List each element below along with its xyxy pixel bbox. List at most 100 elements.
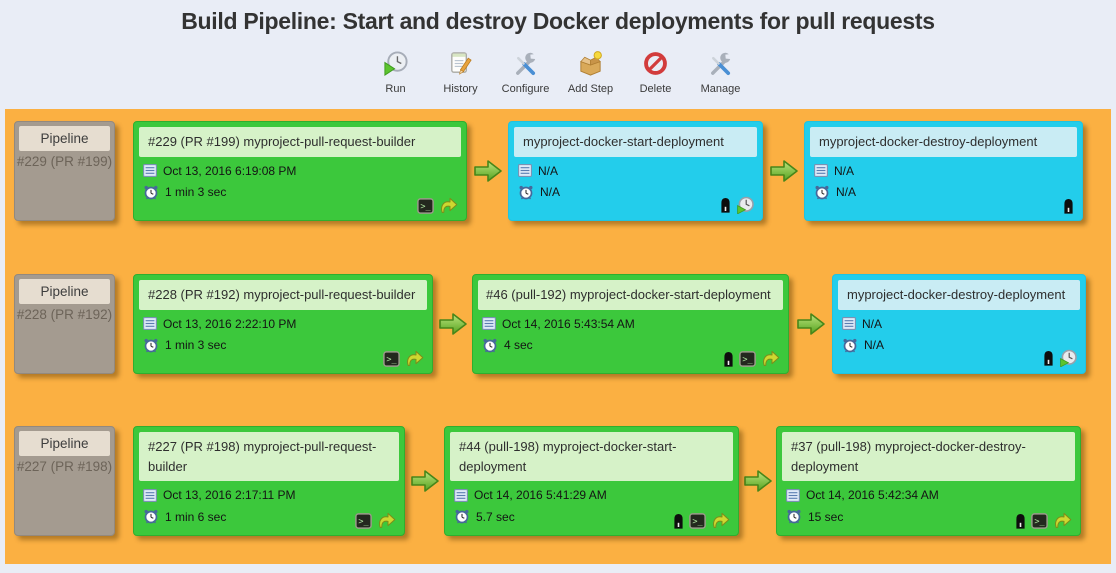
card-actions — [673, 512, 730, 529]
card-actions — [1043, 349, 1077, 367]
history-button[interactable]: History — [436, 50, 486, 95]
build-card-title: myproject-docker-start-deployment — [514, 127, 757, 157]
build-duration: 1 min 6 sec — [165, 510, 226, 524]
card-actions — [1063, 198, 1074, 214]
build-duration: N/A — [836, 185, 856, 199]
run-label: Run — [385, 83, 405, 95]
build-card-start-deployment[interactable]: myproject-docker-start-deployment N/A N/… — [508, 121, 763, 221]
build-card-title: myproject-docker-destroy-deployment — [810, 127, 1077, 157]
duration-icon — [143, 509, 159, 524]
duration-icon — [143, 185, 159, 200]
retry-icon[interactable] — [1053, 512, 1072, 529]
delete-button[interactable]: Delete — [631, 50, 681, 95]
delete-label: Delete — [640, 83, 672, 95]
duration-icon — [842, 338, 858, 353]
pipeline-header-box: Pipeline #227 (PR #198) — [14, 426, 115, 536]
pipeline-connector — [467, 121, 508, 221]
configure-label: Configure — [502, 83, 550, 95]
build-duration: 1 min 3 sec — [165, 338, 226, 352]
build-card-title: #37 (pull-198) myproject-docker-destroy-… — [782, 432, 1075, 481]
manage-label: Manage — [701, 83, 741, 95]
build-date: Oct 13, 2016 2:17:11 PM — [163, 488, 296, 502]
console-icon[interactable] — [739, 351, 756, 367]
retry-icon[interactable] — [377, 512, 396, 529]
build-card-227-builder[interactable]: #227 (PR #198) myproject-pull-request-bu… — [133, 426, 405, 536]
arrow-right-icon — [743, 468, 773, 494]
build-date-icon — [143, 489, 157, 502]
build-card-title: #228 (PR #192) myproject-pull-request-bu… — [139, 280, 427, 310]
toolbar: Run History Configure Add Step Delete Ma… — [0, 50, 1116, 95]
retry-icon[interactable] — [711, 512, 730, 529]
build-date: N/A — [538, 164, 558, 178]
card-actions — [383, 350, 424, 367]
retry-icon[interactable] — [439, 197, 458, 214]
duration-icon — [454, 509, 470, 524]
lock-icon — [1015, 513, 1026, 529]
build-card-title: #44 (pull-198) myproject-docker-start-de… — [450, 432, 733, 481]
build-card-destroy-deployment[interactable]: myproject-docker-destroy-deployment N/A … — [832, 274, 1086, 374]
history-label: History — [443, 83, 477, 95]
pipeline-connector — [789, 274, 832, 374]
console-icon[interactable] — [355, 513, 372, 529]
build-card-destroy-deployment[interactable]: myproject-docker-destroy-deployment N/A … — [804, 121, 1083, 221]
build-date: N/A — [834, 164, 854, 178]
history-icon — [447, 50, 474, 77]
add-step-button[interactable]: Add Step — [566, 50, 616, 95]
build-date-icon — [814, 164, 828, 177]
build-date: N/A — [862, 317, 882, 331]
build-duration: 15 sec — [808, 510, 843, 524]
build-card-37-destroy-deployment[interactable]: #37 (pull-198) myproject-docker-destroy-… — [776, 426, 1081, 536]
manage-button[interactable]: Manage — [696, 50, 746, 95]
pipeline-panel: Pipeline #229 (PR #199) #229 (PR #199) m… — [5, 109, 1111, 564]
console-icon[interactable] — [417, 198, 434, 214]
console-icon[interactable] — [1031, 513, 1048, 529]
build-date-icon — [518, 164, 532, 177]
trigger-icon[interactable] — [736, 196, 754, 214]
build-date: Oct 13, 2016 6:19:08 PM — [163, 164, 296, 178]
run-icon — [382, 50, 409, 77]
build-date-icon — [454, 489, 468, 502]
build-date: Oct 14, 2016 5:41:29 AM — [474, 488, 607, 502]
page-title: Build Pipeline: Start and destroy Docker… — [0, 0, 1116, 35]
build-card-46-start-deployment[interactable]: #46 (pull-192) myproject-docker-start-de… — [472, 274, 789, 374]
duration-icon — [814, 185, 830, 200]
duration-icon — [143, 338, 159, 353]
delete-icon — [642, 50, 669, 77]
configure-button[interactable]: Configure — [501, 50, 551, 95]
retry-icon[interactable] — [405, 350, 424, 367]
add-step-label: Add Step — [568, 83, 613, 95]
duration-icon — [482, 338, 498, 353]
pipeline-connector — [433, 274, 472, 374]
pipeline-row-229: Pipeline #229 (PR #199) #229 (PR #199) m… — [14, 121, 1083, 221]
console-icon[interactable] — [689, 513, 706, 529]
build-date-icon — [482, 317, 496, 330]
card-actions — [723, 350, 780, 367]
pipeline-row-228: Pipeline #228 (PR #192) #228 (PR #192) m… — [14, 274, 1086, 374]
card-actions — [355, 512, 396, 529]
build-card-title: #227 (PR #198) myproject-pull-request-bu… — [139, 432, 399, 481]
build-card-229-builder[interactable]: #229 (PR #199) myproject-pull-request-bu… — [133, 121, 467, 221]
pipeline-connector — [739, 426, 776, 536]
lock-icon — [723, 351, 734, 367]
pipeline-connector — [763, 121, 804, 221]
pipeline-label: Pipeline — [19, 126, 110, 151]
build-card-228-builder[interactable]: #228 (PR #192) myproject-pull-request-bu… — [133, 274, 433, 374]
build-card-44-start-deployment[interactable]: #44 (pull-198) myproject-docker-start-de… — [444, 426, 739, 536]
arrow-right-icon — [769, 158, 799, 184]
build-duration: 5.7 sec — [476, 510, 515, 524]
trigger-icon[interactable] — [1059, 349, 1077, 367]
configure-icon — [512, 50, 539, 77]
build-card-title: #46 (pull-192) myproject-docker-start-de… — [478, 280, 783, 310]
card-actions — [417, 197, 458, 214]
console-icon[interactable] — [383, 351, 400, 367]
retry-icon[interactable] — [761, 350, 780, 367]
pipeline-build-number: #227 (PR #198) — [15, 456, 114, 474]
lock-icon — [1063, 198, 1074, 214]
build-duration: 1 min 3 sec — [165, 185, 226, 199]
build-date-icon — [842, 317, 856, 330]
pipeline-label: Pipeline — [19, 279, 110, 304]
pipeline-connector — [405, 426, 444, 536]
pipeline-header-box: Pipeline #228 (PR #192) — [14, 274, 115, 374]
run-button[interactable]: Run — [371, 50, 421, 95]
card-actions — [1015, 512, 1072, 529]
